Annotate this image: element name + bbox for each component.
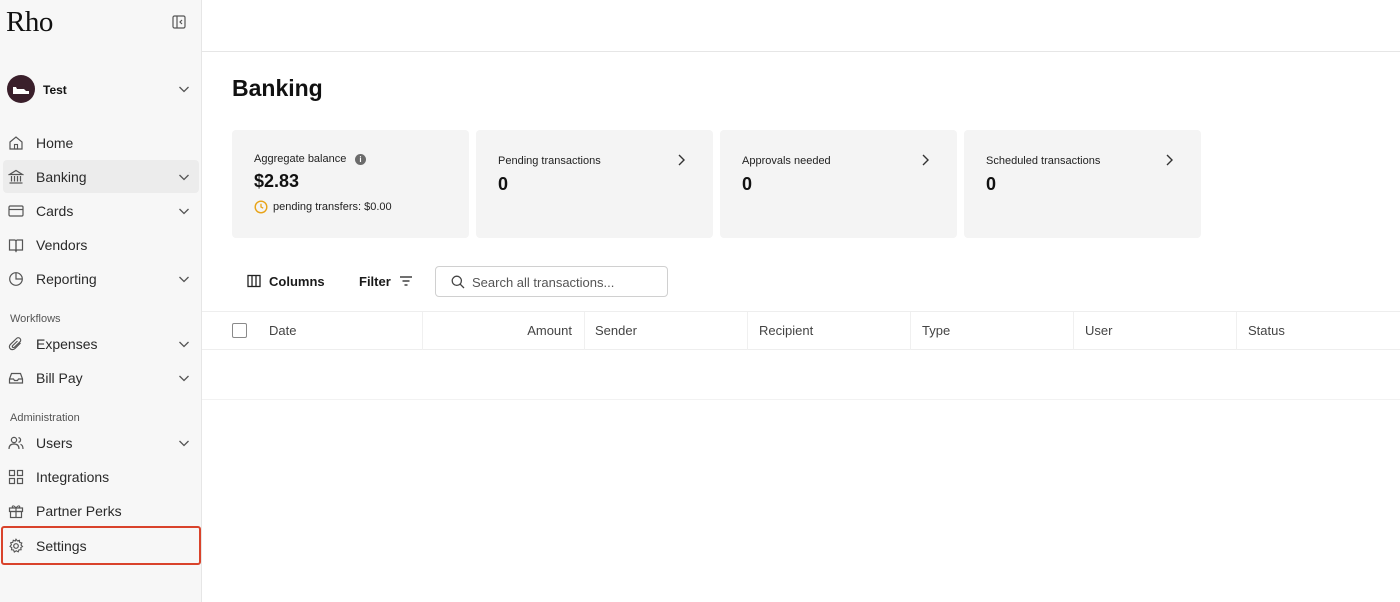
chevron-down-icon: [179, 276, 189, 283]
sidebar-item-expenses[interactable]: Expenses: [3, 327, 199, 360]
column-header-label: Recipient: [759, 323, 814, 338]
column-header-label: Type: [922, 323, 951, 338]
filter-label: Filter: [359, 274, 391, 289]
card-value: 0: [742, 174, 753, 194]
bank-icon: [8, 169, 24, 184]
sidebar-item-label: Expenses: [36, 336, 98, 352]
sidebar-item-banking[interactable]: Banking: [3, 160, 199, 193]
sidebar-item-label: Integrations: [36, 469, 110, 485]
home-icon: [9, 136, 23, 150]
sidebar-item-label: Home: [36, 135, 74, 151]
table-body-empty: [202, 350, 1400, 400]
column-date[interactable]: Date: [202, 312, 423, 350]
card-label: Approvals needed: [742, 155, 831, 167]
gift-icon: [8, 505, 24, 519]
card-icon: [8, 205, 24, 217]
sidebar-item-bill-pay[interactable]: Bill Pay: [3, 361, 199, 394]
card-value: $2.83: [254, 171, 300, 191]
sidebar-item-label: Bill Pay: [36, 370, 83, 386]
sidebar-item-label: Settings: [36, 538, 87, 554]
info-icon[interactable]: i: [355, 154, 366, 165]
column-type[interactable]: Type: [911, 312, 1074, 350]
columns-icon: [247, 274, 261, 288]
sidebar-item-reporting[interactable]: Reporting: [3, 262, 199, 295]
sidebar-item-home[interactable]: Home: [3, 126, 199, 159]
top-bar: [202, 0, 1400, 52]
search-field[interactable]: [435, 266, 668, 297]
transactions-table-header: Date Amount Sender Recipient Type User S…: [202, 311, 1400, 350]
card-label: Aggregate balance: [254, 153, 347, 165]
sidebar-item-users[interactable]: Users: [3, 426, 199, 459]
users-icon: [8, 436, 24, 450]
pie-chart-icon: [9, 272, 23, 286]
paperclip-icon: [8, 337, 22, 351]
column-header-label: Amount: [527, 323, 572, 338]
column-sender[interactable]: Sender: [585, 312, 748, 350]
column-header-label: Date: [269, 323, 297, 338]
sidebar-item-label: Reporting: [36, 271, 97, 287]
column-amount[interactable]: Amount: [423, 312, 585, 350]
clock-icon: [254, 200, 268, 214]
account-name: Test: [43, 83, 67, 97]
pending-transfers-text: pending transfers: $0.00: [273, 201, 392, 213]
scheduled-transactions-card[interactable]: Scheduled transactions 0: [964, 130, 1201, 238]
chevron-down-icon: [179, 208, 189, 215]
sidebar-item-label: Cards: [36, 203, 74, 219]
avatar: [7, 75, 35, 103]
grid-icon: [8, 469, 24, 485]
card-label: Pending transactions: [498, 155, 601, 167]
collapse-sidebar-icon[interactable]: [172, 15, 186, 29]
sidebar: Rho Test Home Banking Cards Vendors Repo…: [0, 0, 202, 602]
column-recipient[interactable]: Recipient: [748, 312, 911, 350]
sidebar-item-label: Users: [36, 435, 73, 451]
card-label: Scheduled transactions: [986, 155, 1101, 167]
page-title: Banking: [232, 75, 323, 101]
chevron-down-icon: [179, 375, 189, 382]
sidebar-item-cards[interactable]: Cards: [3, 194, 199, 227]
section-label-administration: Administration: [10, 412, 80, 424]
card-value: 0: [498, 174, 509, 194]
approvals-needed-card[interactable]: Approvals needed 0: [720, 130, 957, 238]
search-icon: [451, 275, 465, 289]
sidebar-item-vendors[interactable]: Vendors: [3, 228, 199, 261]
column-header-label: Status: [1248, 323, 1285, 338]
pending-transactions-card[interactable]: Pending transactions 0: [476, 130, 713, 238]
column-header-label: Sender: [595, 323, 637, 338]
aggregate-balance-card: Aggregate balance i $2.83 pending transf…: [232, 130, 469, 238]
chevron-down-icon: [179, 86, 189, 93]
sidebar-item-label: Banking: [36, 169, 87, 185]
column-header-label: User: [1085, 323, 1113, 338]
gear-icon: [9, 538, 24, 553]
chevron-down-icon: [179, 174, 189, 181]
chevron-down-icon: [179, 440, 189, 447]
select-all-checkbox[interactable]: [232, 323, 247, 338]
inbox-icon: [8, 372, 24, 384]
rho-logo[interactable]: Rho: [6, 6, 53, 39]
section-label-workflows: Workflows: [10, 313, 61, 325]
filter-button[interactable]: Filter: [359, 268, 419, 294]
column-user[interactable]: User: [1074, 312, 1237, 350]
sidebar-item-label: Partner Perks: [36, 503, 122, 519]
filter-icon: [400, 276, 412, 286]
sidebar-item-integrations[interactable]: Integrations: [3, 460, 199, 493]
chevron-right-icon: [1166, 154, 1173, 166]
search-input[interactable]: [472, 272, 662, 292]
sidebar-item-settings[interactable]: Settings: [1, 526, 201, 565]
sidebar-item-label: Vendors: [36, 237, 88, 253]
sidebar-item-partner-perks[interactable]: Partner Perks: [3, 494, 199, 527]
chevron-right-icon: [922, 154, 929, 166]
chevron-down-icon: [179, 341, 189, 348]
columns-label: Columns: [269, 274, 325, 289]
card-value: 0: [986, 174, 997, 194]
account-switcher[interactable]: Test: [0, 72, 202, 106]
chevron-right-icon: [678, 154, 685, 166]
book-icon: [8, 239, 24, 253]
columns-button[interactable]: Columns: [246, 268, 336, 294]
column-status[interactable]: Status: [1237, 312, 1400, 350]
